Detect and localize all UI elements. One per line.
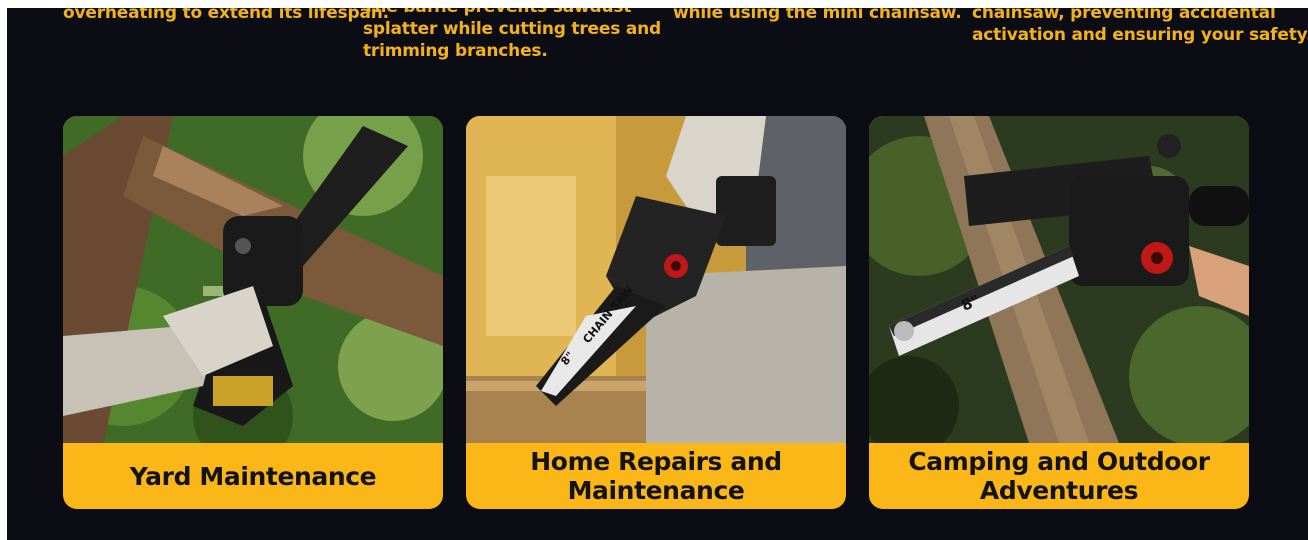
feature-line: while using the mini chainsaw. [673,8,962,23]
card-camping-outdoor[interactable]: 8" Camping and Outdoor Adventures [869,116,1249,509]
feature-text-safety-use: while using the mini chainsaw. [673,8,962,24]
feature-line: activation and ensuring your safety. [972,25,1308,45]
feature-line: splatter while cutting trees and [363,19,661,39]
feature-line: overheating to extend its lifespan. [63,8,389,23]
feature-text-safety-lock: chainsaw, preventing accidental activati… [972,8,1308,46]
feature-line: trimming branches. [363,41,548,61]
yard-photo-icon [63,116,443,443]
feature-line: The baffle prevents sawdust [363,8,661,18]
camping-photo-icon: 8" [869,116,1249,443]
card-yard-maintenance[interactable]: Yard Maintenance [63,116,443,509]
feature-line: chainsaw, preventing accidental [972,8,1276,23]
card-label: Home Repairs and Maintenance [530,447,782,505]
home-repair-photo-icon: CHAIN SAW 8" [466,116,846,443]
feature-text-baffle: The baffle prevents sawdust splatter whi… [363,8,661,62]
card-home-repairs[interactable]: CHAIN SAW 8" Home Repairs and Maintenanc… [466,116,846,509]
card-label: Yard Maintenance [129,461,377,491]
product-feature-panel: overheating to extend its lifespan. The … [7,8,1308,540]
feature-text-cooling: overheating to extend its lifespan. [63,8,389,24]
card-label: Camping and Outdoor Adventures [908,447,1210,505]
